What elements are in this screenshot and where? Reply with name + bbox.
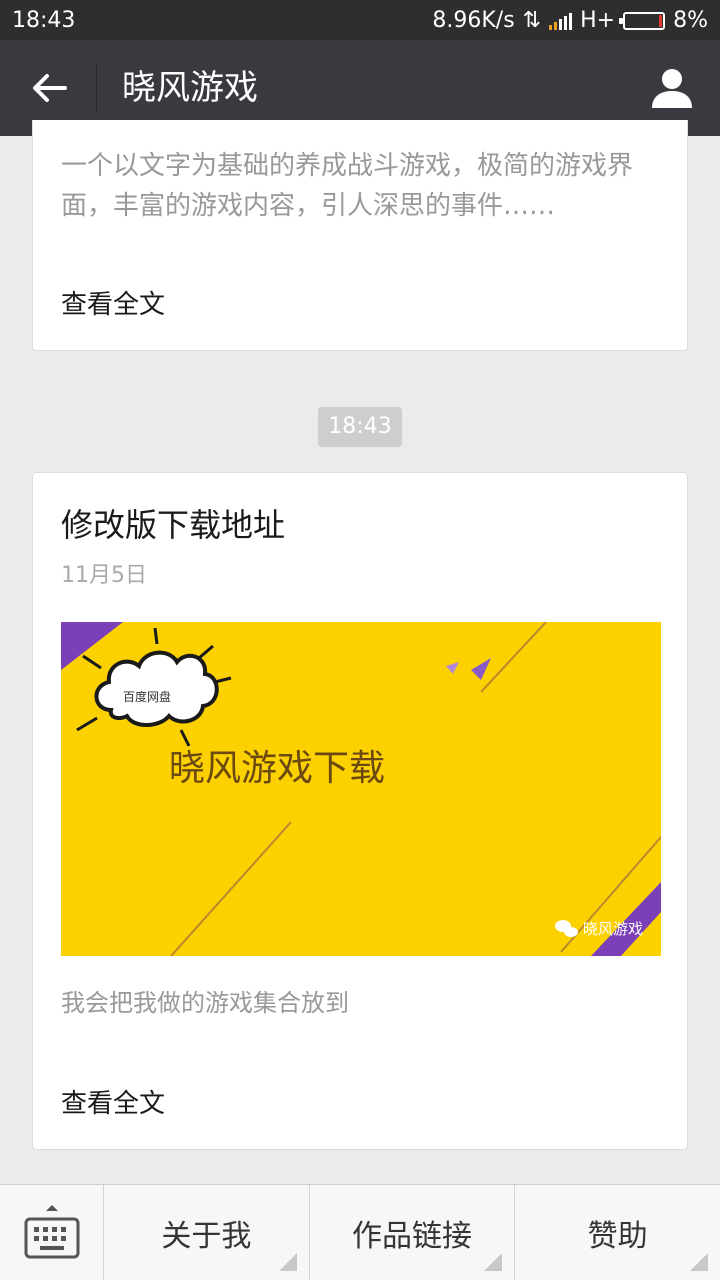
article-summary: 一个以文字为基础的养成战斗游戏，极简的游戏界面，丰富的游戏内容，引人深思的事件…… [61, 151, 634, 221]
article-title: 修改版下载地址 [61, 506, 286, 544]
signal-strength-icon [549, 12, 573, 30]
person-icon [652, 69, 692, 108]
article-cover-image[interactable]: 百度网盘 晓风游戏下载 晓风游戏 [61, 622, 661, 956]
network-type: H+ [580, 8, 616, 33]
message-timestamp: 18:43 [318, 407, 402, 447]
status-indicators: 8.96K/s ⇅ H+ 8% [432, 8, 708, 33]
article-date: 11月5日 [61, 563, 147, 588]
cover-illustration: 百度网盘 晓风游戏下载 晓风游戏 [61, 622, 661, 956]
menu-about-me[interactable]: 关于我 [104, 1185, 310, 1280]
page-title: 晓风游戏 [122, 68, 258, 108]
cover-headline: 晓风游戏下载 [169, 748, 385, 789]
title-divider [96, 64, 97, 112]
menu-label: 关于我 [161, 1219, 252, 1254]
menu-label: 作品链接 [352, 1219, 472, 1254]
menu-label: 赞助 [587, 1219, 648, 1254]
status-time: 18:43 [12, 8, 76, 33]
menu-sponsor[interactable]: 赞助 [515, 1185, 720, 1280]
article-card[interactable]: 修改版下载地址 11月5日 百度网盘 晓风游戏下载 晓风游戏 我会把我做的游戏集… [32, 472, 688, 1150]
battery-percent: 8% [673, 8, 708, 33]
read-more-link[interactable]: 查看全文 [61, 288, 165, 322]
battery-icon [619, 11, 666, 30]
battery-level-fill [659, 14, 663, 27]
back-button[interactable] [22, 64, 76, 112]
cover-watermark: 晓风游戏 [583, 920, 643, 938]
network-speed: 8.96K/s [432, 8, 515, 33]
submenu-corner-icon [690, 1253, 709, 1271]
arrow-left-icon [33, 74, 67, 102]
keyboard-icon [24, 1205, 80, 1259]
keyboard-toggle-button[interactable] [0, 1185, 104, 1280]
submenu-corner-icon [278, 1253, 297, 1271]
cloud-label: 百度网盘 [123, 689, 171, 704]
data-activity-icon: ⇅ [522, 8, 542, 33]
status-bar: 18:43 8.96K/s ⇅ H+ 8% [0, 0, 720, 40]
bottom-menu: 关于我 作品链接 赞助 [0, 1184, 720, 1280]
article-summary: 我会把我做的游戏集合放到 [61, 989, 349, 1017]
article-card[interactable]: 一个以文字为基础的养成战斗游戏，极简的游戏界面，丰富的游戏内容，引人深思的事件…… [32, 120, 688, 351]
read-more-link[interactable]: 查看全文 [61, 1087, 165, 1121]
menu-works-links[interactable]: 作品链接 [310, 1185, 516, 1280]
submenu-corner-icon [484, 1253, 503, 1271]
profile-button[interactable] [648, 64, 696, 112]
